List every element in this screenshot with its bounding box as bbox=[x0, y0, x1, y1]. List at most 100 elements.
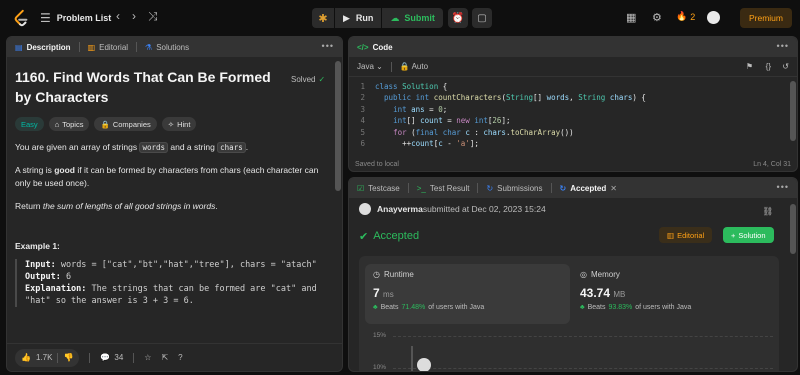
text: A string is bbox=[15, 165, 55, 175]
tag-icon: ⌂ bbox=[54, 119, 60, 129]
solution-button[interactable]: + Solution bbox=[723, 227, 774, 243]
tab-accepted[interactable]: ↻ Accepted ✕ bbox=[560, 184, 617, 193]
code-line: 2 public int countCharacters(String[] wo… bbox=[360, 93, 646, 103]
gear-icon[interactable]: ⚙ bbox=[652, 11, 662, 24]
companies-pill[interactable]: 🔒 Companies bbox=[94, 117, 157, 131]
checkbox-icon: ☑ bbox=[357, 183, 365, 193]
example-explanation-label: Explanation: bbox=[25, 284, 87, 294]
fire-icon: 🔥 bbox=[676, 11, 688, 21]
editorial-button[interactable]: ▥ Editorial bbox=[659, 227, 713, 243]
avatar[interactable] bbox=[359, 203, 371, 215]
runtime-beats-percent: 71.48% bbox=[401, 304, 426, 311]
book-icon: ▥ bbox=[667, 230, 675, 240]
tab-submissions[interactable]: ↻ Submissions bbox=[486, 184, 542, 193]
runtime-card[interactable]: ◷ Runtime 7 ms ♣ Beats 71.48% of users wit… bbox=[365, 264, 570, 324]
list-icon: ☰ bbox=[40, 11, 51, 25]
description-panel: ▤ Description ▥ Editorial ⚗ Solutions ••… bbox=[6, 36, 343, 372]
beats-icon: ♣ bbox=[580, 304, 585, 311]
code-scrollbar[interactable] bbox=[790, 81, 796, 141]
avatar bbox=[417, 358, 431, 371]
beats-icon: ♣ bbox=[373, 304, 378, 311]
grid-line bbox=[393, 336, 773, 337]
result-panel: ☑ Testcase >_ Test Result ↻ Submissions … bbox=[348, 177, 798, 372]
code-line: 3 int ans = 0; bbox=[360, 104, 448, 114]
thumbs-down-icon[interactable]: 👎 bbox=[63, 353, 73, 362]
text: Beats bbox=[587, 304, 606, 311]
leetcode-logo-icon[interactable] bbox=[12, 9, 30, 27]
layout-grid-icon[interactable]: ▦ bbox=[626, 11, 636, 24]
language-select[interactable]: Java ⌄ bbox=[357, 62, 383, 71]
prev-problem-icon[interactable]: ‹ bbox=[116, 9, 120, 24]
check-circle-icon: ✔ bbox=[359, 230, 369, 243]
notes-button[interactable]: ▢ bbox=[472, 8, 492, 28]
code-panel: </> Code ••• Java ⌄ 🔒 Auto ⚑ {} ↺ 1 class… bbox=[348, 36, 798, 172]
inline-code: words bbox=[139, 142, 169, 153]
example-block: Input: words = ["cat","bt","hat","tree"]… bbox=[15, 259, 334, 307]
run-button[interactable]: ▶ Run bbox=[335, 8, 382, 28]
hint-pill[interactable]: ✧ Hint bbox=[161, 117, 197, 131]
page-title[interactable]: 1160. Find Words That Can Be Formed by C… bbox=[15, 67, 275, 107]
divider bbox=[78, 42, 80, 52]
code-status-bar: Saved to local Ln 4, Col 31 bbox=[349, 157, 797, 171]
reset-icon[interactable]: ↺ bbox=[782, 62, 789, 71]
code-toolbar: Java ⌄ 🔒 Auto ⚑ {} ↺ bbox=[349, 57, 797, 77]
braces-icon[interactable]: {} bbox=[766, 62, 771, 71]
tab-testcase[interactable]: ☑ Testcase bbox=[357, 184, 400, 193]
solution-label: Solution bbox=[738, 230, 766, 240]
divider bbox=[550, 183, 552, 193]
star-icon[interactable]: ☆ bbox=[144, 353, 151, 362]
more-options-icon[interactable]: ••• bbox=[777, 41, 789, 51]
terminal-icon: >_ bbox=[416, 183, 426, 193]
premium-button[interactable]: Premium bbox=[740, 8, 792, 28]
auto-mode[interactable]: 🔒 Auto bbox=[400, 62, 428, 71]
timer-button[interactable]: ⏰ bbox=[448, 8, 468, 28]
topics-pill[interactable]: ⌂ Topics bbox=[48, 117, 90, 131]
tab-test-result[interactable]: >_ Test Result bbox=[417, 184, 470, 193]
axis-label-15: 15% bbox=[373, 332, 387, 339]
description-scrollbar[interactable] bbox=[335, 61, 341, 191]
flask-icon: ⚗ bbox=[145, 42, 153, 52]
check-circle-icon: ✓ bbox=[318, 75, 326, 84]
history-icon: ↻ bbox=[486, 183, 494, 193]
memory-card[interactable]: ◎ Memory 43.74 MB ♣ Beats 93.83% of users … bbox=[572, 264, 777, 324]
thumbs-up-icon[interactable]: 👍 bbox=[21, 353, 31, 362]
tab-code[interactable]: </> Code bbox=[357, 43, 393, 52]
submitter-name[interactable]: Anayverma bbox=[377, 204, 423, 214]
close-icon[interactable]: ✕ bbox=[610, 184, 617, 193]
code-line: 4 int[] count = new int[26]; bbox=[360, 116, 511, 126]
more-options-icon[interactable]: ••• bbox=[322, 41, 334, 51]
code-editor[interactable]: 1 class Solution { 2 public int countChar… bbox=[349, 77, 797, 149]
tab-solutions-label: Solutions bbox=[156, 42, 190, 52]
saved-status: Saved to local bbox=[355, 160, 399, 168]
bookmark-icon[interactable]: ⚑ bbox=[746, 62, 753, 71]
avatar[interactable] bbox=[707, 11, 720, 24]
submit-button[interactable]: ☁ Submit bbox=[382, 8, 443, 28]
tab-editorial[interactable]: ▥ Editorial bbox=[88, 43, 128, 52]
code-line: 1 class Solution { bbox=[360, 82, 448, 91]
result-scrollbar[interactable] bbox=[790, 204, 796, 254]
submission-info: Anayverma submitted at Dec 02, 2023 15:2… bbox=[349, 198, 797, 220]
document-icon: ▤ bbox=[15, 42, 23, 52]
next-problem-icon[interactable]: › bbox=[132, 9, 136, 24]
runtime-label: Runtime bbox=[383, 270, 414, 279]
problem-nav: ‹ › ⤨ bbox=[116, 9, 158, 24]
difficulty-badge: Easy bbox=[15, 117, 44, 131]
play-icon: ▶ bbox=[343, 12, 350, 23]
shuffle-icon[interactable]: ⤨ bbox=[148, 9, 158, 24]
share-icon[interactable]: ⇱ bbox=[161, 353, 168, 362]
debug-button[interactable]: ✱ bbox=[312, 8, 334, 28]
inline-code: chars bbox=[217, 142, 246, 153]
tab-description[interactable]: ▤ Description bbox=[15, 43, 71, 52]
streak-counter[interactable]: 🔥 2 bbox=[676, 11, 695, 22]
code-brackets-icon: </> bbox=[357, 42, 369, 52]
tab-solutions[interactable]: ⚗ Solutions bbox=[145, 43, 189, 52]
comment-icon[interactable]: 💬 bbox=[100, 353, 110, 362]
bug-icon: ✱ bbox=[318, 12, 328, 25]
problem-list-button[interactable]: ☰ Problem List bbox=[40, 11, 111, 25]
more-options-icon[interactable]: ••• bbox=[777, 182, 789, 192]
companies-label: Companies bbox=[112, 119, 151, 129]
text: . bbox=[245, 142, 249, 152]
problem-list-label: Problem List bbox=[56, 13, 112, 23]
link-icon[interactable]: ⛓ bbox=[762, 206, 773, 217]
help-icon[interactable]: ? bbox=[178, 353, 182, 362]
